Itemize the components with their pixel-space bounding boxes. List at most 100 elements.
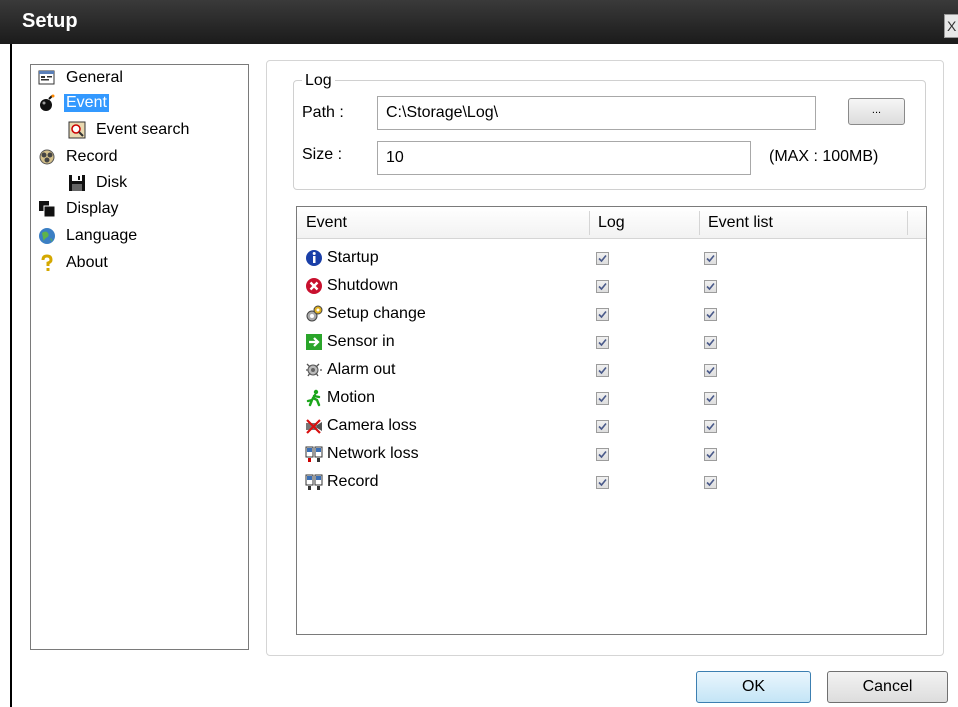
motion-icon (306, 389, 321, 407)
tree-item-event[interactable]: Event (38, 92, 109, 114)
log-checkbox[interactable] (596, 280, 609, 293)
event-name: Startup (327, 249, 379, 266)
path-label: Path : (302, 104, 344, 121)
network-loss-icon (305, 446, 323, 462)
display-icon (39, 201, 56, 218)
ok-button[interactable]: OK (696, 671, 811, 703)
tree-item-record[interactable]: Record (38, 146, 120, 168)
column-header-event[interactable]: Event (306, 207, 347, 238)
check-icon (598, 478, 607, 487)
check-icon (598, 338, 607, 347)
event-name: Shutdown (327, 277, 399, 294)
check-icon (598, 422, 607, 431)
event-name: Alarm out (327, 361, 396, 378)
event-search-icon (68, 121, 86, 139)
event-list-checkbox[interactable] (704, 476, 717, 489)
tree-item-label: About (66, 254, 108, 271)
tree-item-label: Display (66, 200, 119, 217)
setup-window: Setup X General Event Event search Recor… (0, 0, 958, 707)
globe-icon (39, 228, 55, 244)
tree-item-label: Event (64, 94, 109, 112)
record-event-icon (305, 474, 323, 490)
log-checkbox[interactable] (596, 252, 609, 265)
disk-icon (69, 175, 85, 191)
close-icon: X (947, 18, 957, 34)
table-row[interactable]: Motion (305, 385, 905, 413)
browse-button[interactable]: ... (848, 98, 905, 125)
table-header: Event Log Event list (297, 207, 926, 239)
tree-item-label: Disk (96, 174, 128, 191)
table-row[interactable]: Startup (305, 245, 905, 273)
tree-item-label: Record (66, 148, 118, 165)
size-label: Size : (302, 146, 343, 163)
check-icon (598, 310, 607, 319)
check-icon (706, 450, 715, 459)
table-row[interactable]: Alarm out (305, 357, 905, 385)
event-list-checkbox[interactable] (704, 364, 717, 377)
record-icon (39, 149, 55, 165)
tree-item-disk[interactable]: Disk (68, 172, 129, 194)
log-checkbox[interactable] (596, 308, 609, 321)
column-header-event-list[interactable]: Event list (708, 207, 773, 238)
setup-change-icon (306, 305, 323, 322)
event-name: Motion (327, 389, 376, 406)
general-icon (38, 70, 55, 85)
event-list-checkbox[interactable] (704, 420, 717, 433)
column-header-log[interactable]: Log (598, 207, 625, 238)
event-list-checkbox[interactable] (704, 448, 717, 461)
tree-item-label: Event search (96, 121, 190, 138)
tree-item-language[interactable]: Language (38, 225, 139, 247)
tree-item-about[interactable]: About (38, 252, 110, 274)
path-field[interactable]: C:\Storage\Log\ (377, 96, 816, 130)
log-checkbox[interactable] (596, 336, 609, 349)
window-title: Setup (22, 10, 78, 32)
event-name: Sensor in (327, 333, 395, 350)
camera-loss-icon (306, 419, 322, 434)
tree-item-general[interactable]: General (38, 67, 125, 89)
check-icon (706, 310, 715, 319)
column-divider[interactable] (907, 211, 908, 235)
max-size-label: (MAX : 100MB) (769, 148, 879, 165)
event-list-checkbox[interactable] (704, 280, 717, 293)
table-row[interactable]: Network loss (305, 441, 905, 469)
log-checkbox[interactable] (596, 364, 609, 377)
title-bar[interactable]: Setup X (0, 0, 958, 44)
column-divider[interactable] (699, 211, 700, 235)
event-list-checkbox[interactable] (704, 336, 717, 349)
check-icon (598, 366, 607, 375)
event-list-checkbox[interactable] (704, 392, 717, 405)
check-icon (706, 478, 715, 487)
check-icon (598, 394, 607, 403)
table-row[interactable]: Sensor in (305, 329, 905, 357)
event-name: Camera loss (327, 417, 417, 434)
size-field[interactable]: 10 (377, 141, 751, 175)
log-checkbox[interactable] (596, 448, 609, 461)
table-row[interactable]: Shutdown (305, 273, 905, 301)
cancel-button[interactable]: Cancel (827, 671, 948, 703)
log-checkbox[interactable] (596, 392, 609, 405)
tree-item-label: Language (66, 227, 138, 244)
log-checkbox[interactable] (596, 476, 609, 489)
column-divider[interactable] (589, 211, 590, 235)
event-name: Network loss (327, 445, 419, 462)
log-checkbox[interactable] (596, 420, 609, 433)
sensor-in-icon (306, 334, 322, 350)
check-icon (706, 422, 715, 431)
check-icon (706, 254, 715, 263)
check-icon (706, 394, 715, 403)
tree-item-display[interactable]: Display (38, 198, 120, 220)
table-row[interactable]: Camera loss (305, 413, 905, 441)
alarm-out-icon (306, 363, 322, 377)
tree-item-event-search[interactable]: Event search (68, 119, 191, 141)
tree-item-label: General (66, 69, 123, 86)
event-list-checkbox[interactable] (704, 252, 717, 265)
event-name: Setup change (327, 305, 426, 322)
close-button[interactable]: X (944, 14, 958, 38)
table-row[interactable]: Record (305, 469, 905, 497)
check-icon (706, 282, 715, 291)
info-icon (306, 250, 322, 266)
check-icon (706, 366, 715, 375)
table-row[interactable]: Setup change (305, 301, 905, 329)
shutdown-icon (306, 278, 322, 294)
event-list-checkbox[interactable] (704, 308, 717, 321)
